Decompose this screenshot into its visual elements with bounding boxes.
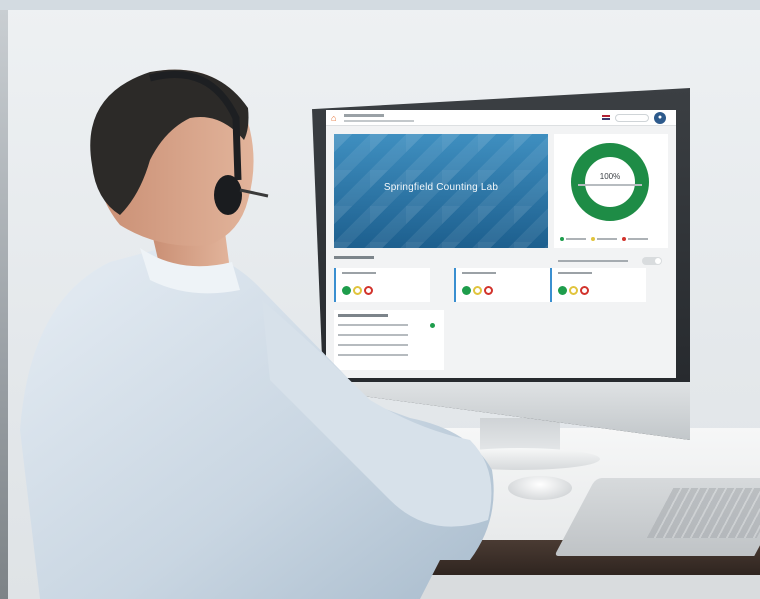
photo-scene: ⌂ ● Springfield Counting Lab 100% bbox=[0, 0, 760, 599]
shirt bbox=[20, 246, 494, 599]
person-with-headset bbox=[20, 69, 494, 599]
headset-earcup bbox=[214, 175, 242, 215]
